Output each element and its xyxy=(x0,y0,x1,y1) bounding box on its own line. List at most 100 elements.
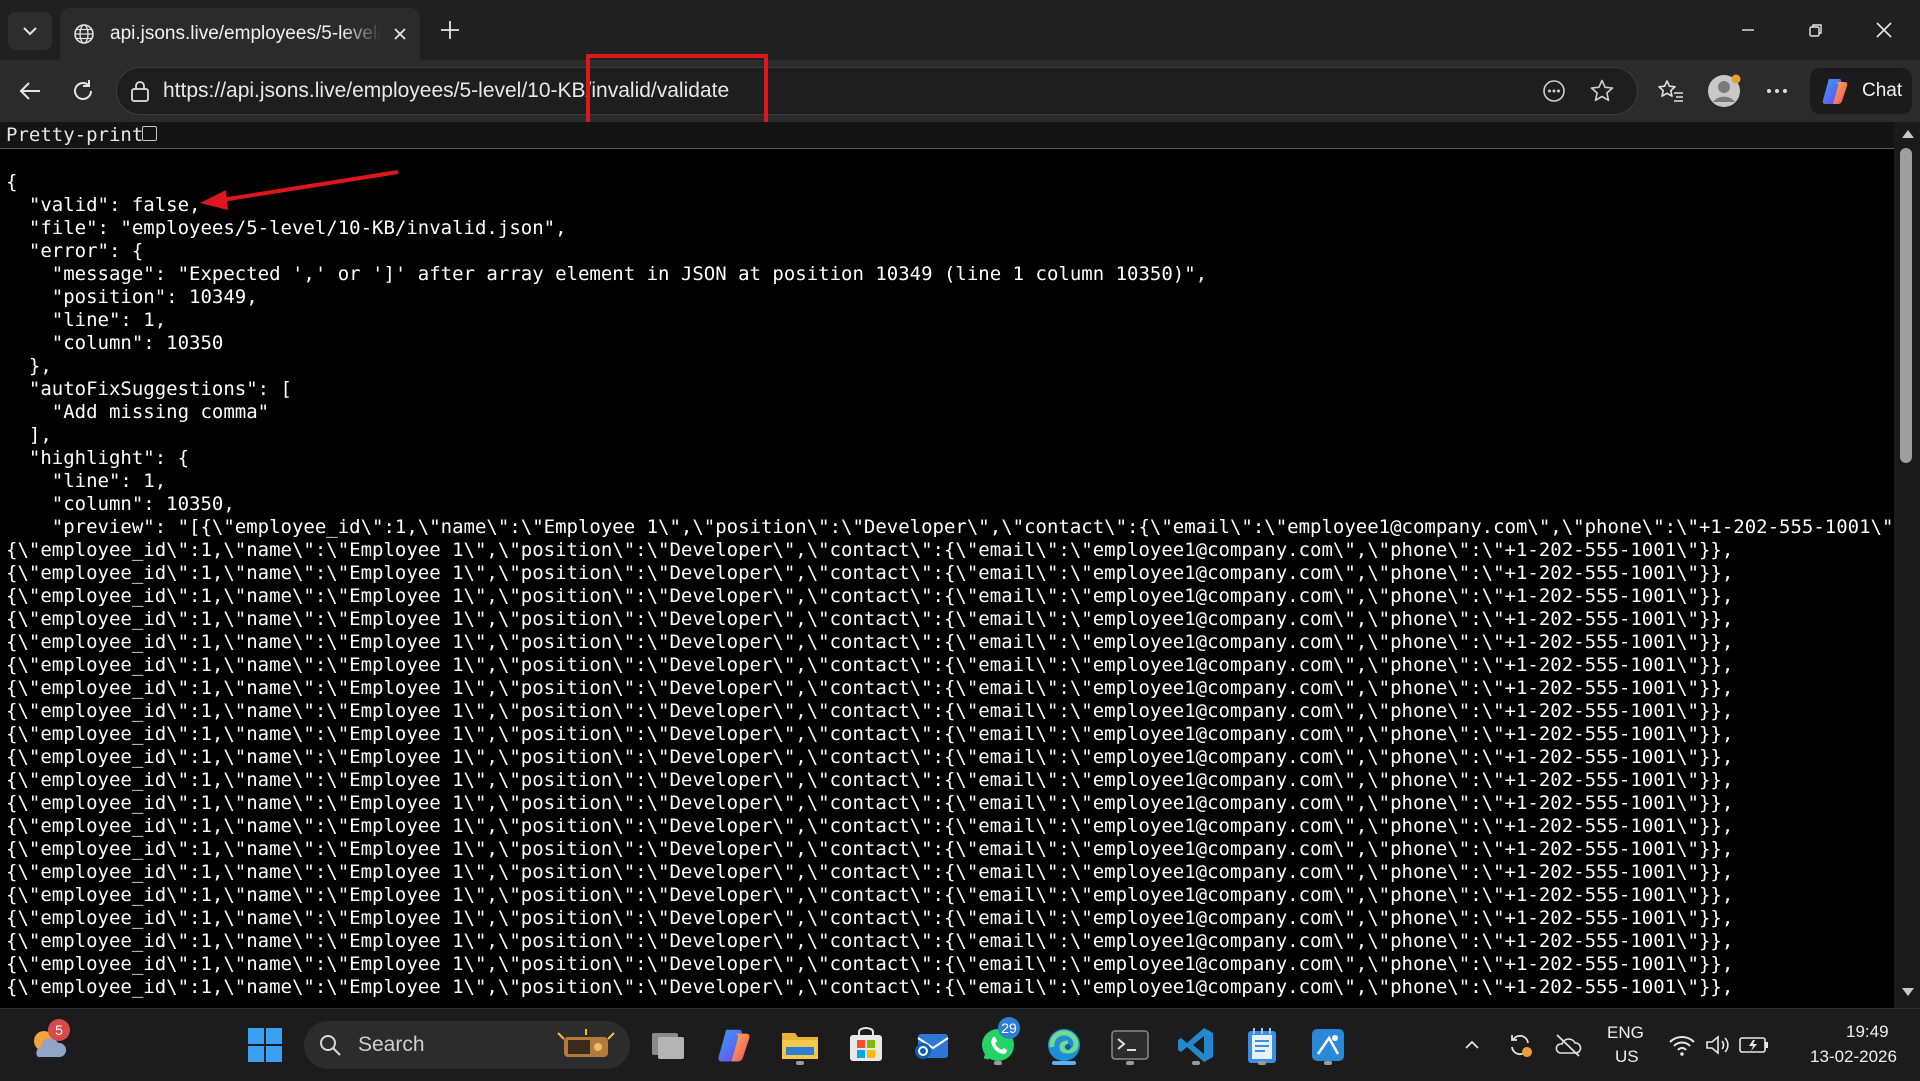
copilot-icon xyxy=(1822,79,1848,104)
json-line: "Add missing comma" xyxy=(51,401,270,423)
lock-icon[interactable] xyxy=(129,79,151,108)
scroll-down-arrow-icon[interactable] xyxy=(1902,988,1914,996)
json-line: {\"employee_id\":1,\"name\":\"Employee 1… xyxy=(6,654,1734,676)
json-line: {\"employee_id\":1,\"name\":\"Employee 1… xyxy=(6,792,1734,814)
vertical-scrollbar[interactable] xyxy=(1894,122,1920,1008)
taskbar-microsoft-store[interactable] xyxy=(842,1021,890,1069)
scroll-up-arrow-icon[interactable] xyxy=(1902,130,1914,138)
json-line: {\"employee_id\":1,\"name\":\"Employee 1… xyxy=(6,838,1734,860)
taskbar-search[interactable]: Search xyxy=(304,1021,630,1069)
taskbar-edge[interactable] xyxy=(1040,1021,1088,1069)
tray-sync-button[interactable] xyxy=(1496,1021,1544,1069)
json-line: "message": "Expected ',' or ']' after ar… xyxy=(51,263,1208,285)
scroll-thumb[interactable] xyxy=(1900,148,1912,463)
json-line: {\"employee_id\":1,\"name\":\"Employee 1… xyxy=(6,976,1734,998)
json-body: { "valid": false, "file": "employees/5-l… xyxy=(6,171,1920,999)
taskbar-snipping-tool[interactable] xyxy=(1304,1021,1352,1069)
taskbar-outlook[interactable] xyxy=(908,1021,956,1069)
avatar-icon xyxy=(1708,74,1741,107)
edge-browser-icon xyxy=(1048,1029,1080,1061)
language-bottom[interactable]: US xyxy=(1615,1047,1639,1067)
globe-icon xyxy=(72,22,96,46)
json-line: {\"employee_id\":1,\"name\":\"Employee 1… xyxy=(6,700,1734,722)
reading-mode-icon[interactable] xyxy=(1539,76,1569,106)
tab-strip: api.jsons.live/employees/5-level/10-KB/i… xyxy=(0,0,1920,60)
restore-button[interactable] xyxy=(1782,0,1850,60)
snipping-tool-icon xyxy=(1312,1029,1344,1061)
whatsapp-badge: 29 xyxy=(998,1017,1020,1039)
taskbar-file-explorer[interactable] xyxy=(776,1021,824,1069)
json-line: {\"employee_id\":1,\"name\":\"Employee 1… xyxy=(6,608,1734,630)
json-line: {\"employee_id\":1,\"name\":\"Employee 1… xyxy=(6,907,1734,929)
arrow-left-icon xyxy=(19,82,40,100)
sync-icon xyxy=(1511,1034,1532,1057)
json-line: "line": 1, xyxy=(51,309,167,331)
search-highlight-image-icon xyxy=(556,1029,618,1068)
taskbar-copilot[interactable] xyxy=(710,1021,758,1069)
new-tab-button[interactable] xyxy=(432,12,468,48)
task-view-button[interactable] xyxy=(644,1021,692,1069)
chevron-up-icon xyxy=(1465,1040,1479,1049)
json-line: {\"employee_id\":1,\"name\":\"Employee 1… xyxy=(6,884,1734,906)
settings-more-button[interactable] xyxy=(1756,70,1798,112)
back-button[interactable] xyxy=(10,70,52,112)
json-line: }, xyxy=(28,355,52,377)
taskbar-whatsapp[interactable]: 29 xyxy=(974,1017,1022,1069)
running-indicator xyxy=(1126,1061,1134,1065)
json-line: "autoFixSuggestions": [ xyxy=(28,378,292,400)
weather-widget[interactable]: 5 xyxy=(24,1019,72,1069)
search-placeholder: Search xyxy=(358,1033,425,1056)
cloud-offline-icon xyxy=(1555,1034,1582,1057)
running-indicator xyxy=(1324,1061,1332,1065)
language-top[interactable]: ENG xyxy=(1607,1023,1644,1043)
copilot-chat-button[interactable]: Chat xyxy=(1810,68,1912,114)
close-icon xyxy=(1876,22,1892,38)
json-viewer: Pretty-print { "valid": false, "file": "… xyxy=(0,122,1920,1008)
chat-label: Chat xyxy=(1862,80,1903,101)
tray-battery-button[interactable] xyxy=(1730,1021,1778,1069)
taskbar-notepad[interactable] xyxy=(1238,1021,1286,1069)
close-tab-icon[interactable] xyxy=(388,22,412,46)
json-line: "highlight": { xyxy=(28,447,190,469)
json-line: {\"employee_id\":1,\"name\":\"Employee 1… xyxy=(6,723,1734,745)
tab-title: api.jsons.live/employees/5-level/10-KB/i… xyxy=(110,23,382,44)
json-line: {\"employee_id\":1,\"name\":\"Employee 1… xyxy=(6,631,1734,653)
minimize-button[interactable] xyxy=(1714,0,1782,60)
json-line: {\"employee_id\":1,\"name\":\"Employee 1… xyxy=(6,677,1734,699)
start-button[interactable] xyxy=(241,1021,289,1069)
annotation-arrow-icon xyxy=(200,170,399,210)
json-line: {\"employee_id\":1,\"name\":\"Employee 1… xyxy=(6,953,1734,975)
favorite-star-icon[interactable] xyxy=(1587,76,1617,106)
show-hidden-icons-button[interactable] xyxy=(1448,1021,1496,1069)
favorites-button[interactable] xyxy=(1650,70,1692,112)
clock-time[interactable]: 19:49 xyxy=(1846,1022,1889,1042)
json-line: "line": 1, xyxy=(51,470,167,492)
close-window-button[interactable] xyxy=(1850,0,1918,60)
address-bar[interactable]: https://api.jsons.live/employees/5-level… xyxy=(116,67,1638,115)
profile-button[interactable] xyxy=(1703,70,1745,112)
minimize-icon xyxy=(1742,29,1754,31)
notepad-icon xyxy=(1248,1028,1276,1063)
json-line: {\"employee_id\":1,\"name\":\"Employee 1… xyxy=(6,746,1734,768)
tab-actions-button[interactable] xyxy=(8,12,52,50)
refresh-button[interactable] xyxy=(62,70,104,112)
clock-date[interactable]: 13-02-2026 xyxy=(1810,1047,1897,1067)
favorites-list-icon xyxy=(1658,80,1683,102)
active-tab[interactable]: api.jsons.live/employees/5-level/10-KB/i… xyxy=(60,8,420,60)
terminal-icon xyxy=(1111,1030,1149,1060)
running-indicator xyxy=(796,1061,804,1065)
store-icon xyxy=(850,1027,882,1061)
task-view-icon xyxy=(652,1033,684,1059)
tray-cloud-offline-button[interactable] xyxy=(1544,1021,1592,1069)
taskbar-terminal[interactable] xyxy=(1106,1021,1154,1069)
taskbar-vscode[interactable] xyxy=(1172,1021,1220,1069)
vscode-icon xyxy=(1178,1028,1213,1062)
json-line: {\"employee_id\":1,\"name\":\"Employee 1… xyxy=(6,585,1734,607)
json-line: {\"employee_id\":1,\"name\":\"Employee 1… xyxy=(6,769,1734,791)
search-icon xyxy=(318,1033,342,1062)
json-line: {\"employee_id\":1,\"name\":\"Employee 1… xyxy=(6,861,1734,883)
plus-icon xyxy=(441,21,459,39)
json-line: {\"employee_id\":1,\"name\":\"Employee 1… xyxy=(6,539,1734,561)
folder-icon xyxy=(782,1033,818,1059)
json-line: "error": { xyxy=(28,240,144,262)
